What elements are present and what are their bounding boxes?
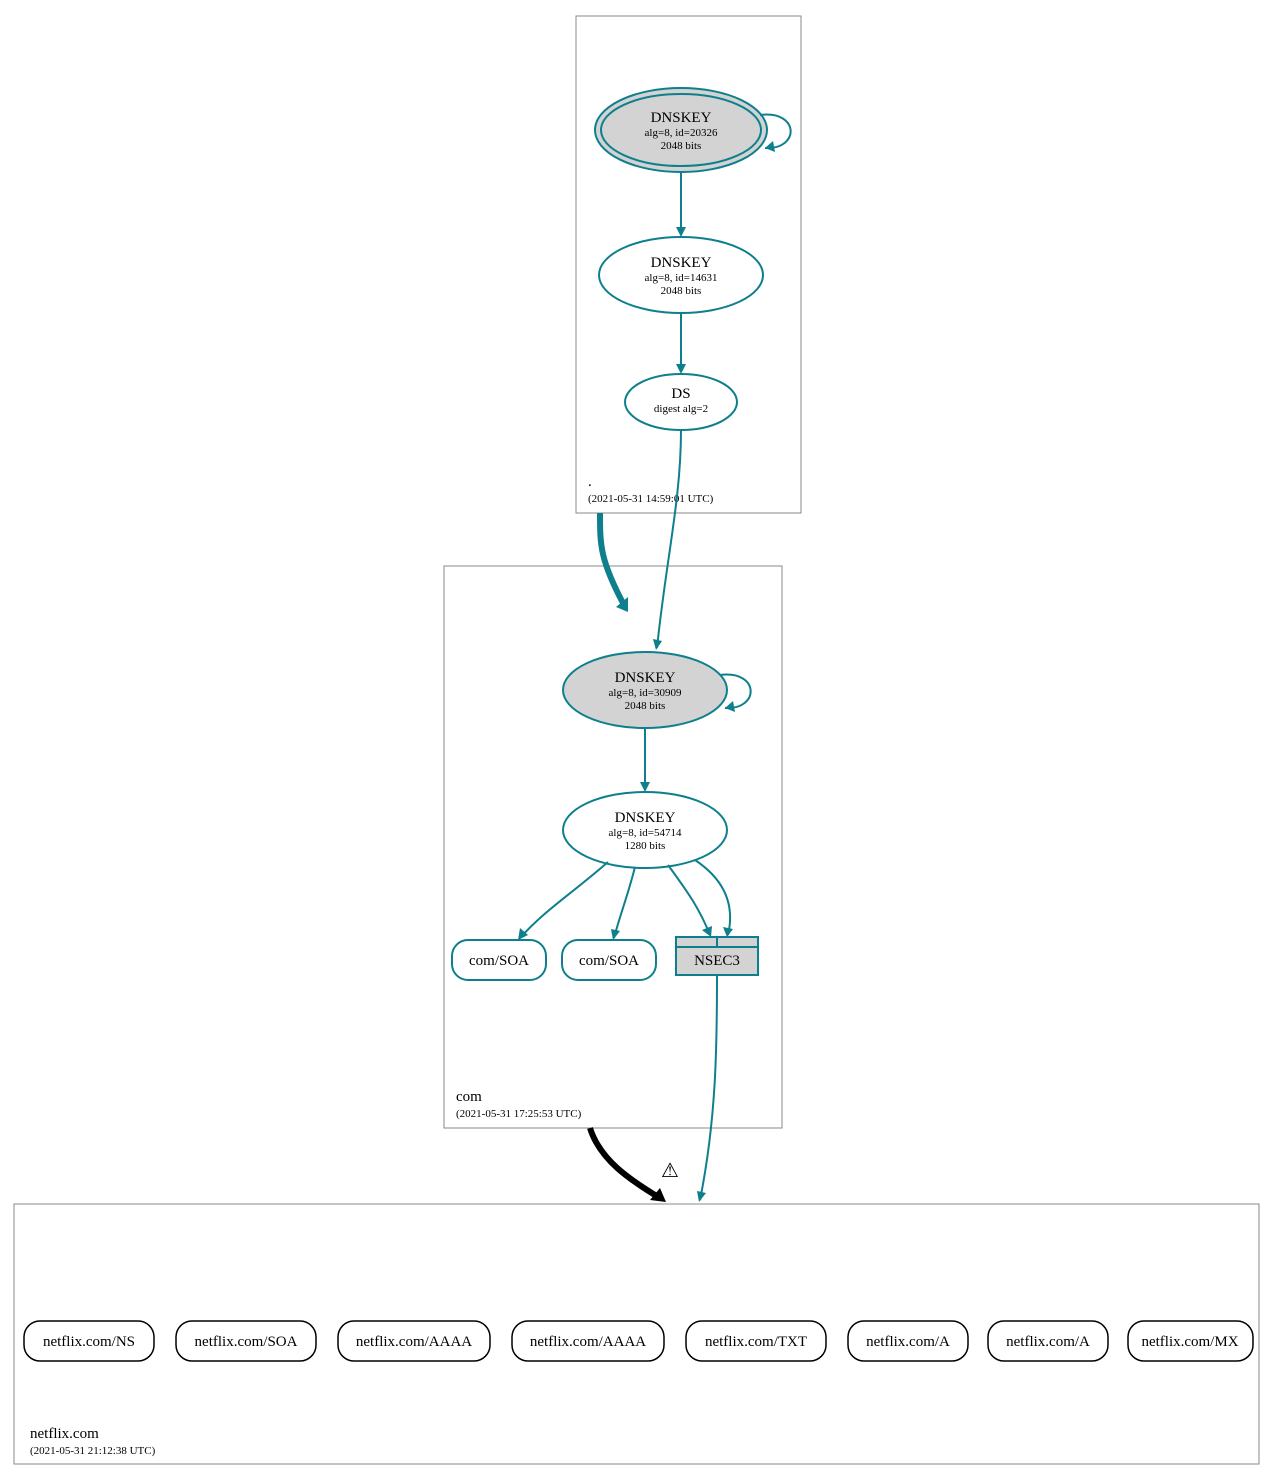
edge-com-zsk-nsec3-2 xyxy=(695,860,730,935)
svg-text:alg=8, id=54714: alg=8, id=54714 xyxy=(609,827,682,839)
netflix-zone-label: netflix.com xyxy=(30,1426,99,1442)
root-zsk-node: DNSKEY alg=8, id=14631 2048 bits xyxy=(599,237,763,313)
svg-text:2048 bits: 2048 bits xyxy=(661,140,702,152)
com-nsec3-node: NSEC3 xyxy=(676,937,758,975)
edge-com-zsk-soa2 xyxy=(614,867,635,938)
edge-com-zsk-nsec3 xyxy=(668,865,710,935)
netflix-aaaa1-node: netflix.com/AAAA xyxy=(338,1321,490,1361)
svg-text:alg=8, id=20326: alg=8, id=20326 xyxy=(645,127,718,139)
svg-text:DNSKEY: DNSKEY xyxy=(651,255,712,271)
svg-text:DS: DS xyxy=(671,386,690,402)
svg-text:alg=8, id=14631: alg=8, id=14631 xyxy=(645,272,718,284)
netflix-a2-node: netflix.com/A xyxy=(988,1321,1108,1361)
netflix-soa-node: netflix.com/SOA xyxy=(176,1321,316,1361)
netflix-txt-node: netflix.com/TXT xyxy=(686,1321,826,1361)
svg-text:2048 bits: 2048 bits xyxy=(661,285,702,297)
com-zone-timestamp: (2021-05-31 17:25:53 UTC) xyxy=(456,1108,582,1120)
svg-text:netflix.com/TXT: netflix.com/TXT xyxy=(705,1334,807,1350)
dnssec-graph: . (2021-05-31 14:59:01 UTC) DNSKEY alg=8… xyxy=(0,0,1264,1473)
edge-ds-to-com-ksk xyxy=(657,430,681,648)
com-zsk-node: DNSKEY alg=8, id=54714 1280 bits xyxy=(563,792,727,868)
svg-text:netflix.com/SOA: netflix.com/SOA xyxy=(195,1334,298,1350)
svg-text:netflix.com/A: netflix.com/A xyxy=(866,1334,950,1350)
com-zone-label: com xyxy=(456,1089,482,1105)
netflix-aaaa2-node: netflix.com/AAAA xyxy=(512,1321,664,1361)
svg-text:netflix.com/MX: netflix.com/MX xyxy=(1141,1334,1238,1350)
root-ds-node: DS digest alg=2 xyxy=(625,374,737,430)
svg-text:NSEC3: NSEC3 xyxy=(694,953,740,969)
edge-root-to-com-deleg xyxy=(600,513,624,605)
edge-nsec3-to-netflix xyxy=(700,975,717,1200)
netflix-a1-node: netflix.com/A xyxy=(848,1321,968,1361)
svg-text:netflix.com/A: netflix.com/A xyxy=(1006,1334,1090,1350)
netflix-zone-timestamp: (2021-05-31 21:12:38 UTC) xyxy=(30,1445,156,1457)
svg-text:digest alg=2: digest alg=2 xyxy=(654,403,708,415)
edge-com-to-netflix-deleg xyxy=(590,1128,660,1198)
edge-com-zsk-soa1 xyxy=(520,862,608,938)
svg-text:com/SOA: com/SOA xyxy=(469,953,529,969)
com-soa1-node: com/SOA xyxy=(452,940,546,980)
root-zone-label: . xyxy=(588,474,592,490)
root-ksk-node: DNSKEY alg=8, id=20326 2048 bits xyxy=(595,88,767,172)
root-zone-timestamp: (2021-05-31 14:59:01 UTC) xyxy=(588,493,714,505)
svg-text:netflix.com/NS: netflix.com/NS xyxy=(43,1334,135,1350)
svg-text:alg=8, id=30909: alg=8, id=30909 xyxy=(609,687,682,699)
svg-text:com/SOA: com/SOA xyxy=(579,953,639,969)
svg-text:DNSKEY: DNSKEY xyxy=(651,110,712,126)
netflix-mx-node: netflix.com/MX xyxy=(1128,1321,1253,1361)
svg-text:DNSKEY: DNSKEY xyxy=(615,670,676,686)
warning-icon: ⚠ xyxy=(661,1160,679,1182)
com-ksk-node: DNSKEY alg=8, id=30909 2048 bits xyxy=(563,652,727,728)
svg-text:netflix.com/AAAA: netflix.com/AAAA xyxy=(356,1334,472,1350)
netflix-ns-node: netflix.com/NS xyxy=(24,1321,154,1361)
com-soa2-node: com/SOA xyxy=(562,940,656,980)
svg-text:1280 bits: 1280 bits xyxy=(625,840,666,852)
svg-text:2048 bits: 2048 bits xyxy=(625,700,666,712)
svg-text:DNSKEY: DNSKEY xyxy=(615,810,676,826)
svg-text:netflix.com/AAAA: netflix.com/AAAA xyxy=(530,1334,646,1350)
